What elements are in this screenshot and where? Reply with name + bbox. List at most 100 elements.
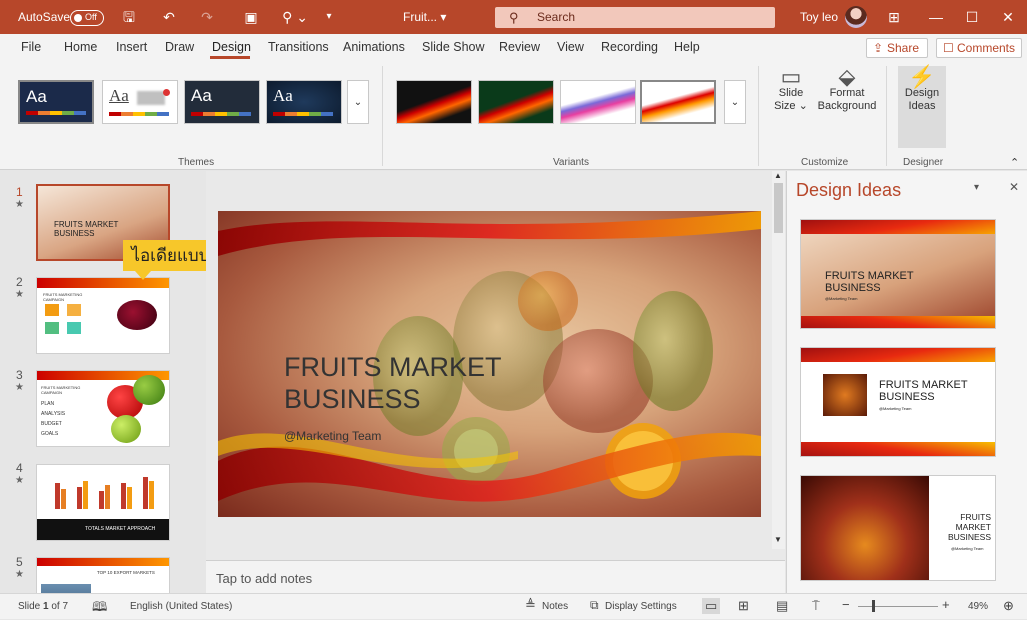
- menu-help[interactable]: Help: [674, 40, 700, 54]
- menu-recording[interactable]: Recording: [601, 40, 658, 54]
- slide-subtitle[interactable]: @Marketing Team: [284, 429, 381, 443]
- accessibility-icon[interactable]: 🕮: [92, 598, 107, 620]
- slideshow-icon[interactable]: ⍑: [812, 598, 820, 614]
- slide-number: 4: [16, 461, 23, 475]
- redo-icon[interactable]: ↷: [196, 0, 218, 34]
- active-tab-indicator: [210, 56, 250, 59]
- autosave-toggle[interactable]: Off: [70, 10, 104, 26]
- zoom-level[interactable]: 49%: [968, 601, 988, 612]
- scroll-down-icon[interactable]: ▼: [774, 535, 782, 544]
- variants-more-button[interactable]: ⌄: [724, 80, 746, 124]
- theme-light[interactable]: Aa: [102, 80, 178, 124]
- chevron-down-icon: ⌄: [730, 97, 740, 108]
- theme-office-dark[interactable]: Aa: [18, 80, 94, 124]
- language-status[interactable]: English (United States): [130, 601, 232, 612]
- undo-icon[interactable]: ↶: [158, 0, 180, 34]
- slide-scrollbar[interactable]: ▲ ▼: [772, 171, 785, 549]
- customize-qat-icon[interactable]: ▾: [322, 0, 336, 34]
- close-icon[interactable]: ✕: [998, 0, 1018, 34]
- zoom-slider[interactable]: [858, 606, 938, 607]
- slide-number: 5: [16, 555, 23, 569]
- comment-icon: ☐: [943, 41, 954, 55]
- current-slide[interactable]: FRUITS MARKET BUSINESS @Marketing Team: [218, 211, 761, 517]
- variant-1[interactable]: [396, 80, 472, 124]
- slide-size-icon: ▭: [780, 64, 802, 89]
- slide-thumbnails-pane: 1 ★ FRUITS MARKET BUSINESS 2 ★ FRUITS MA…: [0, 171, 205, 593]
- theme-blue[interactable]: Aa: [266, 80, 342, 124]
- search-placeholder: Search: [537, 10, 576, 24]
- avatar[interactable]: [845, 6, 867, 28]
- notes-button[interactable]: Notes: [542, 601, 568, 612]
- slide-sorter-icon[interactable]: ⊞: [738, 598, 749, 614]
- file-name[interactable]: Fruit... ▾: [403, 10, 446, 24]
- menu-slide-show[interactable]: Slide Show: [422, 40, 485, 54]
- format-painter-icon[interactable]: ⚲ ⌄: [278, 0, 312, 34]
- menu-file[interactable]: File: [21, 40, 41, 54]
- slide-thumb-2[interactable]: FRUITS MARKETING CAMPAIGN: [36, 277, 170, 354]
- menu-draw[interactable]: Draw: [165, 40, 194, 54]
- display-settings-icon: ⧉: [590, 598, 599, 612]
- slide-thumb-3[interactable]: FRUITS MARKETING CAMPAIGN PLAN ANALYSIS …: [36, 370, 170, 447]
- variants-group-label: Variants: [553, 157, 589, 168]
- themes-more-button[interactable]: ⌄: [347, 80, 369, 124]
- designer-group-label: Designer: [903, 157, 944, 168]
- minimize-icon[interactable]: —: [926, 0, 946, 34]
- divider: [758, 66, 759, 166]
- menu-home[interactable]: Home: [64, 40, 97, 54]
- zoom-in-icon[interactable]: +: [942, 597, 950, 612]
- slide-thumb-4[interactable]: TOTALS MARKET APPROACH: [36, 464, 170, 541]
- transition-star-icon: ★: [15, 569, 24, 580]
- ribbon-display-icon[interactable]: ⊞: [884, 0, 904, 34]
- design-idea-3[interactable]: FRUITS MARKET BUSINESS @Marketing Team: [800, 475, 996, 581]
- pane-options-icon[interactable]: ▾: [974, 182, 979, 193]
- user-name[interactable]: Toy leo: [800, 10, 838, 24]
- menu-review[interactable]: Review: [499, 40, 540, 54]
- transition-star-icon: ★: [15, 199, 24, 210]
- design-ideas-title: Design Ideas: [796, 180, 902, 200]
- slide-thumb-5[interactable]: TOP 10 EXPORT MARKETS: [36, 557, 170, 593]
- divider: [886, 66, 887, 166]
- slide-number: 1: [16, 185, 23, 199]
- format-background-button[interactable]: ⬙ Format Background: [816, 64, 878, 113]
- scroll-up-icon[interactable]: ▲: [774, 171, 782, 180]
- ribbon: Aa Aa Aa Aa ⌄ Themes ⌄ Variants ▭ Slide S…: [0, 60, 1027, 170]
- menu-transitions[interactable]: Transitions: [268, 40, 329, 54]
- thumb-title: FRUITS MARKET BUSINESS: [54, 220, 119, 238]
- share-button[interactable]: ⇪ Share: [866, 38, 928, 58]
- autosave-label: AutoSave: [18, 10, 71, 24]
- zoom-slider-thumb[interactable]: [872, 600, 875, 612]
- fit-to-window-icon[interactable]: ⊕: [1003, 598, 1014, 614]
- present-icon[interactable]: ▣: [240, 0, 262, 34]
- design-idea-2[interactable]: FRUITS MARKET BUSINESS @Marketing Team: [800, 347, 996, 457]
- slide-title[interactable]: FRUITS MARKET BUSINESS: [284, 351, 502, 415]
- divider: [382, 66, 383, 166]
- close-pane-icon[interactable]: ✕: [1009, 180, 1019, 194]
- title-bar: AutoSave Off 🖫 ↶ ↷ ▣ ⚲ ⌄ ▾ Fruit... ▾ ⚲ …: [0, 0, 1027, 34]
- menu-view[interactable]: View: [557, 40, 584, 54]
- collapse-ribbon-icon[interactable]: ⌃: [1010, 156, 1019, 169]
- notes-icon: ≜: [525, 597, 536, 612]
- menu-animations[interactable]: Animations: [343, 40, 405, 54]
- save-icon[interactable]: 🖫: [118, 0, 140, 34]
- search-input[interactable]: ⚲ Search: [495, 7, 775, 28]
- variant-4[interactable]: [640, 80, 716, 124]
- menu-insert[interactable]: Insert: [116, 40, 147, 54]
- design-idea-1[interactable]: FRUITS MARKET BUSINESS @Marketing Team: [800, 219, 996, 329]
- design-ideas-button[interactable]: ⚡ Design Ideas: [898, 66, 946, 148]
- maximize-icon[interactable]: ☐: [962, 0, 982, 34]
- display-settings-button[interactable]: Display Settings: [605, 601, 677, 612]
- slide-size-button[interactable]: ▭ Slide Size ⌄: [770, 64, 812, 113]
- menu-design[interactable]: Design: [212, 40, 251, 54]
- notes-placeholder: Tap to add notes: [216, 571, 313, 586]
- variant-3[interactable]: [560, 80, 636, 124]
- zoom-out-icon[interactable]: −: [842, 597, 850, 612]
- normal-view-icon[interactable]: ▭: [702, 598, 721, 614]
- notes-pane[interactable]: Tap to add notes: [206, 560, 785, 593]
- scroll-thumb[interactable]: [774, 183, 783, 233]
- theme-slate[interactable]: Aa: [184, 80, 260, 124]
- slide-number: 3: [16, 368, 23, 382]
- format-background-icon: ⬙: [838, 64, 856, 89]
- comments-button[interactable]: ☐ Comments: [936, 38, 1022, 58]
- variant-2[interactable]: [478, 80, 554, 124]
- reading-view-icon[interactable]: ▤: [776, 598, 788, 614]
